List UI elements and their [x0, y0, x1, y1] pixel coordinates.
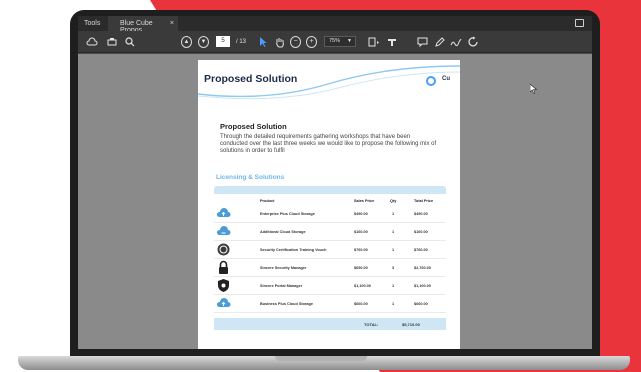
section-body: Through the detailed requirements gather… [220, 134, 437, 154]
total-price: $490.00 [414, 212, 428, 216]
product-name: Enterprise Plus Cloud Storage [260, 212, 315, 216]
certificate-icon [217, 243, 230, 256]
document-viewport[interactable]: Proposed Solution Cu Proposed Solution T… [78, 54, 592, 349]
sales-price: $660.00 [354, 302, 368, 306]
share-link-icon[interactable] [468, 36, 480, 48]
total-value: $5,710.00 [402, 322, 420, 327]
table-header-band [214, 186, 446, 194]
hand-tool-icon[interactable] [274, 36, 285, 48]
shield-icon [218, 279, 229, 292]
column-header-total-price: Total Price [414, 199, 434, 203]
highlight-pen-icon[interactable] [434, 36, 445, 48]
product-name: Business Plus Cloud Storage [260, 302, 313, 306]
product-name: Sincere Portal Manager [260, 284, 303, 288]
tools-tab[interactable]: Tools [84, 20, 100, 27]
print-icon[interactable] [106, 36, 118, 48]
quantity: 1 [392, 212, 395, 216]
product-name: Sincere Security Manager [260, 266, 307, 270]
total-price: $660.00 [414, 302, 428, 306]
cloud-upload-icon [216, 208, 231, 217]
table-row: Sincere Security Manager $690.00 3 $2,76… [214, 260, 446, 277]
cloud-save-icon[interactable] [86, 36, 98, 48]
table-row: Additional Cloud Storage $160.00 1 $160.… [214, 224, 446, 241]
quantity: 3 [392, 266, 395, 270]
chevron-down-icon: ▼ [347, 38, 352, 44]
table-total-band: TOTAL: $5,710.00 [214, 318, 446, 330]
sales-price: $760.00 [354, 248, 368, 252]
laptop-screen: Tools Blue Cube Propos... × ▲ ▼ 5 / 13 [78, 16, 592, 349]
tab-bar: Tools Blue Cube Propos... × [78, 16, 592, 34]
padlock-icon [219, 260, 228, 274]
zoom-out-icon[interactable]: − [290, 36, 301, 48]
cloud-icon [216, 226, 231, 235]
column-header-product: Product [260, 199, 275, 203]
rotate-view-icon[interactable] [386, 36, 398, 48]
page-total: / 13 [235, 39, 246, 45]
document-tab[interactable]: Blue Cube Propos... × [108, 16, 178, 34]
page-number-input[interactable]: 5 [216, 36, 230, 47]
next-page-icon[interactable]: ▼ [198, 36, 209, 48]
marketing-scene: Tools Blue Cube Propos... × ▲ ▼ 5 / 13 [0, 0, 641, 372]
window-icon[interactable] [575, 19, 584, 27]
sign-icon[interactable] [450, 36, 462, 48]
quantity: 1 [392, 248, 395, 252]
zoom-in-icon[interactable]: + [306, 36, 317, 48]
total-price: $760.00 [414, 248, 428, 252]
laptop-notch [275, 356, 367, 361]
sales-price: $160.00 [354, 230, 368, 234]
section-heading: Proposed Solution [220, 122, 287, 131]
previous-page-icon[interactable]: ▲ [181, 36, 192, 48]
pdf-toolbar: ▲ ▼ 5 / 13 − + 75% ▼ [78, 31, 592, 53]
table-row: Enterprise Plus Cloud Storage $490.00 1 … [214, 206, 446, 223]
sales-price: $690.00 [354, 266, 368, 270]
column-header-sales-price: Sales Price [354, 199, 375, 203]
zoom-select[interactable]: 75% ▼ [324, 36, 356, 47]
total-price: $2,760.00 [414, 266, 431, 270]
sales-price: $1,100.00 [354, 284, 371, 288]
mouse-cursor-icon [530, 84, 538, 94]
product-name: Additional Cloud Storage [260, 230, 306, 234]
licensing-heading: Licensing & Solutions [216, 174, 285, 181]
quantity: 1 [392, 230, 395, 234]
close-tab-icon[interactable]: × [170, 20, 174, 27]
company-logo-text: Cu [442, 76, 450, 82]
total-label: TOTAL: [364, 322, 379, 327]
pdf-page: Proposed Solution Cu Proposed Solution T… [198, 60, 460, 349]
search-icon[interactable] [124, 36, 136, 48]
page-title: Proposed Solution [204, 73, 298, 85]
quantity: 1 [392, 302, 395, 306]
product-name: Security Certification Training Vouch [260, 248, 327, 252]
quantity: 1 [392, 284, 395, 288]
table-row: Security Certification Training Vouch $7… [214, 242, 446, 259]
column-header-qty: Qty [390, 199, 397, 203]
comment-icon[interactable] [417, 36, 428, 48]
total-price: $160.00 [414, 230, 428, 234]
sales-price: $490.00 [354, 212, 368, 216]
select-pointer-icon[interactable] [258, 36, 268, 48]
table-row: Business Plus Cloud Storage $660.00 1 $6… [214, 296, 446, 313]
table-row: Sincere Portal Manager $1,100.00 1 $1,10… [214, 278, 446, 295]
total-price: $1,100.00 [414, 284, 431, 288]
zoom-value: 75% [329, 38, 341, 44]
fit-page-icon[interactable] [366, 36, 380, 48]
cloud-upload-icon [216, 298, 231, 307]
